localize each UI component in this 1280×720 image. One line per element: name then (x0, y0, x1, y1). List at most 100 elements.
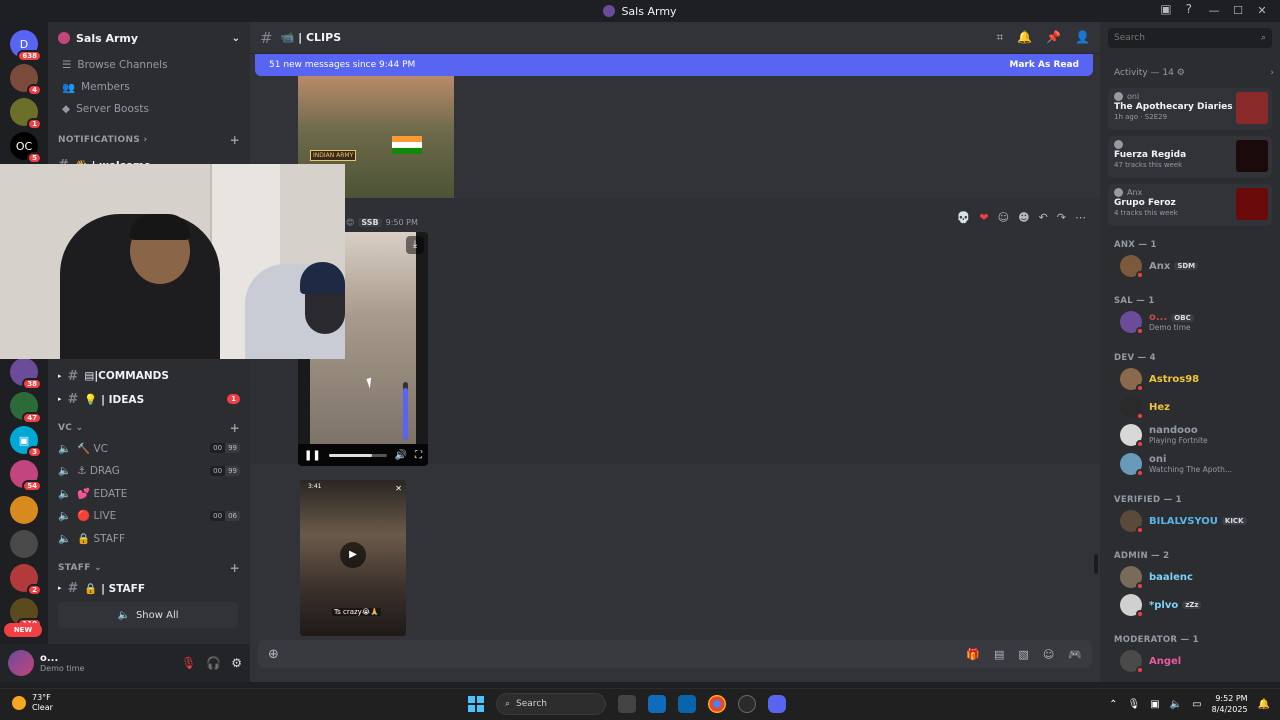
task-view-icon[interactable] (618, 695, 636, 713)
voice-channel[interactable]: 🔈 ⚓ DRAG 00 99 (48, 460, 250, 482)
apps-icon[interactable]: 🎮 (1068, 648, 1082, 661)
server-icon[interactable]: 2 (10, 564, 42, 596)
category-staff[interactable]: STAFF ⌄ + (48, 558, 250, 578)
bell-icon[interactable]: 🔔 (1017, 30, 1032, 45)
member-item[interactable]: Anx SDM (1120, 254, 1199, 279)
activity-card[interactable]: Anx Grupo Feroz 4 tracks this week (1108, 184, 1272, 226)
inbox-icon[interactable]: ▣ (1160, 2, 1171, 16)
server-icon[interactable]: 110 (10, 598, 42, 630)
channel-commands[interactable]: ▸ # ▤|COMMANDS (48, 365, 250, 387)
progress-bar[interactable] (328, 453, 387, 457)
server-icon[interactable]: ▣ 3 (10, 426, 42, 458)
mic-muted-icon[interactable]: 🎙 (181, 656, 196, 670)
discord-icon[interactable] (768, 695, 786, 713)
nav-server-boosts[interactable]: ◆ Server Boosts (48, 98, 250, 120)
mic-icon[interactable]: 🎙 (1128, 699, 1141, 710)
outlook-icon[interactable] (678, 695, 696, 713)
nav-members[interactable]: 👥 Members (48, 76, 250, 98)
server-icon[interactable] (10, 496, 38, 524)
forward-icon[interactable]: ↷ (1057, 211, 1066, 224)
emoji-icon[interactable]: ☺ (1043, 648, 1054, 661)
server-icon[interactable]: 47 (10, 392, 42, 424)
server-icon[interactable]: 38 (10, 358, 42, 390)
download-icon[interactable]: ⤓ (406, 236, 424, 254)
gif-icon[interactable]: ▤ (994, 648, 1004, 661)
network-icon[interactable]: ▣ (1150, 699, 1159, 710)
gift-icon[interactable]: 🎁 (966, 648, 980, 661)
volume-icon[interactable]: 🔊 (395, 450, 407, 461)
volume-icon[interactable]: 🔈 (1170, 699, 1182, 710)
mark-as-read-button[interactable]: Mark As Read (1009, 60, 1079, 70)
add-channel-icon[interactable]: + (230, 133, 240, 147)
voice-channel[interactable]: 🔈 💕 EDATE (48, 482, 250, 504)
sticker-icon[interactable]: ▧ (1018, 648, 1028, 661)
member-list-icon[interactable]: 👤 (1075, 30, 1090, 45)
activity-card[interactable]: Fuerza Regida 47 tracks this week (1108, 136, 1272, 178)
voice-channel[interactable]: 🔈 🔨 VC 00 99 (48, 437, 250, 459)
add-channel-icon[interactable]: + (230, 421, 240, 435)
server-icon[interactable] (10, 530, 38, 558)
chevron-up-icon[interactable]: ⌃ (1109, 699, 1117, 710)
category-vc[interactable]: VC ⌄ + (48, 418, 250, 438)
search-box[interactable]: ⌕ (1108, 28, 1272, 48)
nav-browse-channels[interactable]: ☰ Browse Channels (48, 54, 250, 76)
member-item[interactable]: Angel (1120, 649, 1181, 674)
member-item[interactable]: nandooo Playing Fortnite (1120, 423, 1208, 448)
member-item[interactable]: BILALVSYOU KICK (1120, 509, 1247, 534)
chrome-icon[interactable] (708, 695, 726, 713)
skull-reaction-icon[interactable]: 💀 (957, 211, 971, 224)
voice-channel[interactable]: 🔈 🔴 LIVE 00 06 (48, 505, 250, 527)
taskbar-search[interactable]: ⌕ Search (496, 693, 606, 715)
member-item[interactable]: oni Watching The Apoth... (1120, 452, 1232, 477)
emoji-reaction-icon[interactable]: ☺ (998, 211, 1009, 224)
play-icon[interactable]: ▶ (340, 542, 366, 568)
channel-staff[interactable]: ▸ # 🔒 | STAFF (48, 577, 250, 599)
close-button[interactable]: ✕ (1250, 0, 1274, 22)
volume-slider[interactable] (403, 382, 408, 440)
channel-ideas[interactable]: ▸ # 💡 | IDEAS 1 (48, 388, 250, 410)
threads-icon[interactable]: ⌗ (996, 30, 1003, 45)
new-messages-bar[interactable]: 51 new messages since 9:44 PM Mark As Re… (255, 54, 1093, 76)
server-icon[interactable]: 4 (10, 64, 42, 96)
add-attachment-icon[interactable]: ⊕ (268, 647, 279, 662)
server-icon[interactable]: D 638 (10, 30, 42, 62)
more-icon[interactable]: ⋯ (1075, 211, 1086, 224)
clock[interactable]: 9:52 PM 8/4/2025 (1212, 693, 1248, 715)
notification-icon[interactable]: 🔔 (1258, 699, 1270, 710)
server-icon[interactable]: 54 (10, 460, 42, 492)
member-item[interactable]: *plvo zZz (1120, 593, 1202, 618)
reply-icon[interactable]: ↶ (1039, 211, 1048, 224)
scrollbar[interactable] (1094, 554, 1098, 574)
help-icon[interactable]: ? (1186, 2, 1192, 16)
obs-icon[interactable] (738, 695, 756, 713)
weather-widget[interactable]: 73°F Clear (12, 693, 53, 713)
pin-icon[interactable]: 📌 (1046, 30, 1061, 45)
voice-channel[interactable]: 🔈 🔒 STAFF (48, 527, 250, 549)
store-icon[interactable] (648, 695, 666, 713)
server-header[interactable]: Sals Army ⌄ (48, 22, 250, 54)
activity-header[interactable]: Activity — 14 ⚙ › (1114, 68, 1274, 78)
add-reaction-icon[interactable]: ☻ (1018, 211, 1029, 224)
member-item[interactable]: baalenc (1120, 565, 1193, 590)
start-button[interactable] (468, 696, 484, 712)
video-thumbnail[interactable]: 3:41 ✕ ▶ Ts crazy😭🙏 (300, 480, 406, 636)
member-item[interactable]: o... OBC Demo time (1120, 310, 1194, 335)
minimize-button[interactable]: — (1202, 0, 1226, 22)
fullscreen-icon[interactable]: ⛶ (415, 450, 422, 461)
member-item[interactable]: Astros98 (1120, 367, 1199, 392)
pause-icon[interactable]: ❚❚ (304, 450, 321, 461)
member-item[interactable]: Hez (1120, 395, 1170, 420)
message-input[interactable] (286, 647, 959, 661)
gear-icon[interactable]: ⚙ (231, 656, 242, 670)
category-notifications[interactable]: NOTIFICATIONS › + (48, 130, 250, 150)
heart-reaction-icon[interactable]: ❤ (979, 211, 988, 224)
close-icon[interactable]: ✕ (395, 484, 402, 493)
activity-card[interactable]: oni The Apothecary Diaries 1h ago · S2E29 (1108, 88, 1272, 130)
add-channel-icon[interactable]: + (230, 561, 240, 575)
maximize-button[interactable]: ☐ (1226, 0, 1250, 22)
search-input[interactable] (1114, 33, 1261, 43)
server-icon[interactable]: OC 5 (10, 132, 42, 164)
show-all-button[interactable]: 🔈 Show All (58, 602, 238, 628)
server-icon[interactable]: 1 (10, 98, 42, 130)
battery-icon[interactable]: ▭ (1192, 699, 1201, 710)
